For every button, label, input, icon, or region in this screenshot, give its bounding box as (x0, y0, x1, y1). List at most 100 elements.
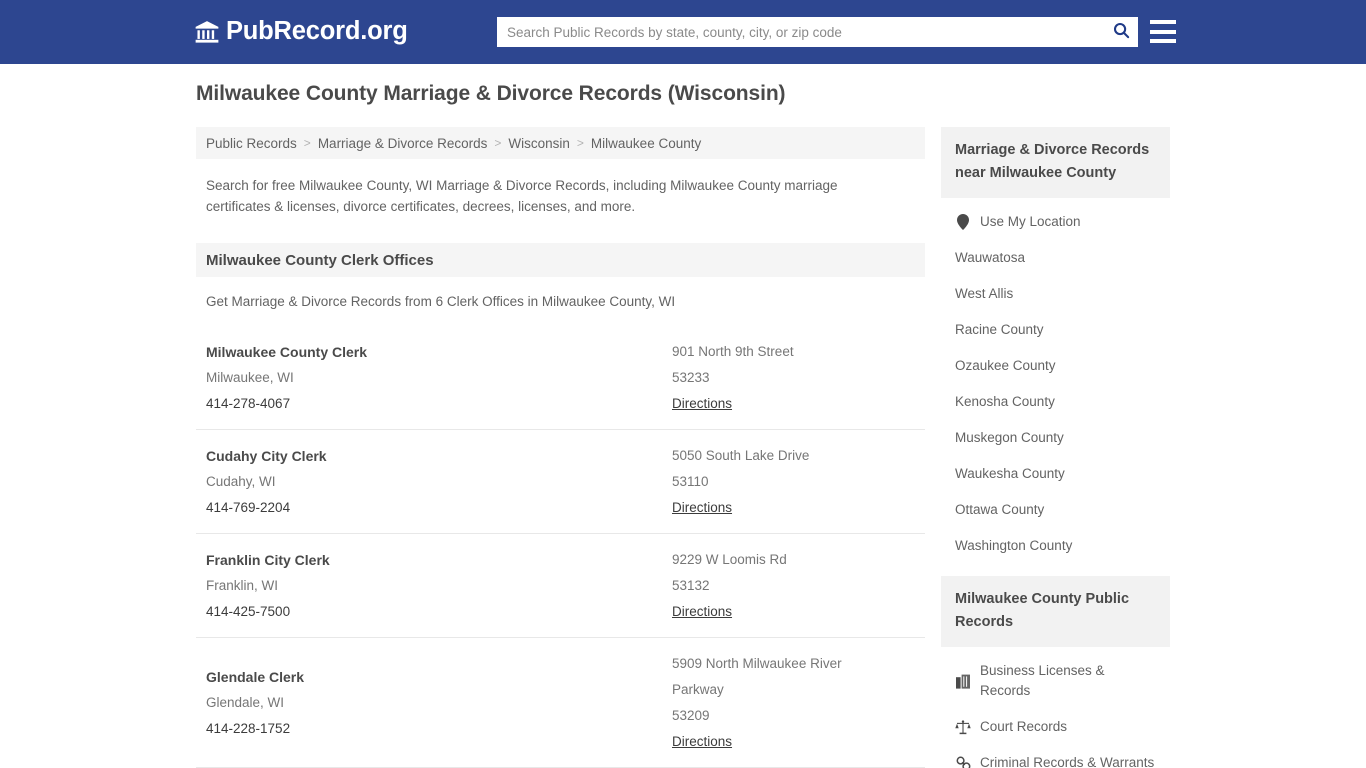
office-city: Glendale, WI (206, 695, 285, 710)
page-title: Milwaukee County Marriage & Divorce Reco… (196, 82, 786, 105)
section-subtext: Get Marriage & Divorce Records from 6 Cl… (206, 294, 676, 309)
office-name: Glendale Clerk (206, 669, 305, 685)
table-row: Cudahy City Clerk Cudahy, WI 414-769-220… (196, 430, 925, 534)
office-left-column: Glendale Clerk Glendale, WI 414-228-1752 (206, 651, 672, 755)
office-zip: 53110 (672, 474, 709, 489)
sidebar-nearby-list: Use My Location Wauwatosa West Allis Rac… (941, 198, 1170, 564)
office-phone[interactable]: 414-228-1752 (206, 716, 672, 742)
sidebar-item-label: Ottawa County (955, 502, 1045, 517)
sidebar-heading-public-records: Milwaukee County Public Records (941, 576, 1170, 647)
briefcase-icon (955, 674, 971, 689)
office-right-column: 9229 W Loomis Rd 53132 Directions (672, 547, 915, 625)
sidebar-item-ottawa-county[interactable]: Ottawa County (941, 492, 1170, 528)
scales-of-justice-icon (955, 719, 971, 735)
sidebar-item-label: Business Licenses & Records (980, 663, 1105, 698)
sidebar-item-use-my-location[interactable]: Use My Location (941, 204, 1170, 240)
office-right-column: 5050 South Lake Drive 53110 Directions (672, 443, 915, 521)
search-input[interactable] (497, 17, 1104, 47)
sidebar-item-waukesha-county[interactable]: Waukesha County (941, 456, 1170, 492)
search-bar[interactable] (497, 17, 1138, 47)
sidebar-item-west-allis[interactable]: West Allis (941, 276, 1170, 312)
main-column: Public Records > Marriage & Divorce Reco… (196, 127, 925, 768)
office-city: Cudahy, WI (206, 474, 276, 489)
site-header: PubRecord.org (0, 0, 1366, 64)
sidebar-item-label: Racine County (955, 322, 1044, 337)
office-phone[interactable]: 414-278-4067 (206, 391, 672, 417)
office-right-column: 5909 North Milwaukee River Parkway 53209… (672, 651, 915, 755)
sidebar-card-nearby: Marriage & Divorce Records near Milwauke… (941, 127, 1170, 564)
breadcrumb-separator-icon: > (303, 136, 311, 150)
office-left-column: Milwaukee County Clerk Milwaukee, WI 414… (206, 339, 672, 417)
sidebar-item-label: Muskegon County (955, 430, 1064, 445)
map-pin-icon (955, 214, 971, 230)
office-list: Milwaukee County Clerk Milwaukee, WI 414… (196, 326, 925, 768)
logo-text: PubRecord.org (226, 17, 408, 46)
page-body: Milwaukee County Marriage & Divorce Reco… (0, 64, 1366, 768)
sidebar-item-court-records[interactable]: Court Records (941, 709, 1170, 745)
sidebar-card-public-records: Milwaukee County Public Records Business… (941, 576, 1170, 768)
breadcrumb: Public Records > Marriage & Divorce Reco… (196, 127, 925, 159)
hamburger-bar (1150, 29, 1176, 34)
directions-link[interactable]: Directions (672, 391, 732, 417)
office-zip: 53233 (672, 370, 710, 385)
breadcrumb-separator-icon: > (494, 136, 502, 150)
hamburger-bar (1150, 39, 1176, 43)
breadcrumb-item-milwaukee-county: Milwaukee County (590, 135, 702, 151)
breadcrumb-item-public-records[interactable]: Public Records (206, 136, 297, 151)
sidebar-item-label: Waukesha County (955, 466, 1065, 481)
breadcrumb-item-wisconsin[interactable]: Wisconsin (508, 136, 570, 151)
intro-text: Search for free Milwaukee County, WI Mar… (206, 178, 838, 214)
hamburger-menu-icon[interactable] (1150, 20, 1176, 43)
breadcrumb-item-marriage-divorce-records[interactable]: Marriage & Divorce Records (318, 136, 488, 151)
sidebar-item-label: Ozaukee County (955, 358, 1056, 373)
directions-link[interactable]: Directions (672, 495, 732, 521)
breadcrumb-separator-icon: > (576, 136, 584, 150)
office-city: Milwaukee, WI (206, 370, 294, 385)
sidebar-item-label: Use My Location (980, 214, 1081, 229)
directions-link[interactable]: Directions (672, 599, 732, 625)
site-logo[interactable]: PubRecord.org (194, 19, 408, 45)
sidebar-item-criminal-records[interactable]: Criminal Records & Warrants (941, 745, 1170, 768)
content-row: Public Records > Marriage & Divorce Reco… (0, 127, 1366, 768)
office-name: Cudahy City Clerk (206, 448, 327, 464)
sidebar-public-records-list: Business Licenses & Records Court Record… (941, 647, 1170, 768)
office-address: 9229 W Loomis Rd (672, 552, 787, 567)
office-zip: 53209 (672, 708, 710, 723)
sidebar-item-label: Kenosha County (955, 394, 1055, 409)
office-right-column: 901 North 9th Street 53233 Directions (672, 339, 915, 417)
office-name: Franklin City Clerk (206, 552, 330, 568)
search-icon (1112, 21, 1131, 43)
sidebar-item-racine-county[interactable]: Racine County (941, 312, 1170, 348)
search-button[interactable] (1104, 17, 1138, 47)
office-left-column: Cudahy City Clerk Cudahy, WI 414-769-220… (206, 443, 672, 521)
office-city: Franklin, WI (206, 578, 279, 593)
bank-building-icon (194, 19, 220, 45)
sidebar-item-label: West Allis (955, 286, 1014, 301)
sidebar-item-wauwatosa[interactable]: Wauwatosa (941, 240, 1170, 276)
handcuffs-icon (955, 756, 971, 768)
sidebar-item-business-licenses[interactable]: Business Licenses & Records (941, 653, 1170, 709)
sidebar: Marriage & Divorce Records near Milwauke… (941, 127, 1170, 768)
office-phone[interactable]: 414-425-7500 (206, 599, 672, 625)
section-heading: Milwaukee County Clerk Offices (196, 243, 925, 277)
table-row: Franklin City Clerk Franklin, WI 414-425… (196, 534, 925, 638)
sidebar-item-muskegon-county[interactable]: Muskegon County (941, 420, 1170, 456)
sidebar-item-washington-county[interactable]: Washington County (941, 528, 1170, 564)
office-address: 901 North 9th Street (672, 344, 794, 359)
sidebar-item-label: Wauwatosa (955, 250, 1026, 265)
office-phone[interactable]: 414-769-2204 (206, 495, 672, 521)
sidebar-item-label: Criminal Records & Warrants (980, 755, 1155, 768)
office-name: Milwaukee County Clerk (206, 344, 368, 360)
sidebar-item-label: Washington County (955, 538, 1073, 553)
sidebar-item-kenosha-county[interactable]: Kenosha County (941, 384, 1170, 420)
table-row: Milwaukee County Clerk Milwaukee, WI 414… (196, 326, 925, 430)
sidebar-item-label: Court Records (980, 719, 1068, 734)
office-left-column: Franklin City Clerk Franklin, WI 414-425… (206, 547, 672, 625)
sidebar-heading-nearby: Marriage & Divorce Records near Milwauke… (941, 127, 1170, 198)
office-zip: 53132 (672, 578, 710, 593)
directions-link[interactable]: Directions (672, 729, 732, 755)
office-address: 5050 South Lake Drive (672, 448, 810, 463)
sidebar-item-ozaukee-county[interactable]: Ozaukee County (941, 348, 1170, 384)
office-address: 5909 North Milwaukee River Parkway (672, 656, 842, 697)
table-row: Glendale Clerk Glendale, WI 414-228-1752… (196, 638, 925, 768)
